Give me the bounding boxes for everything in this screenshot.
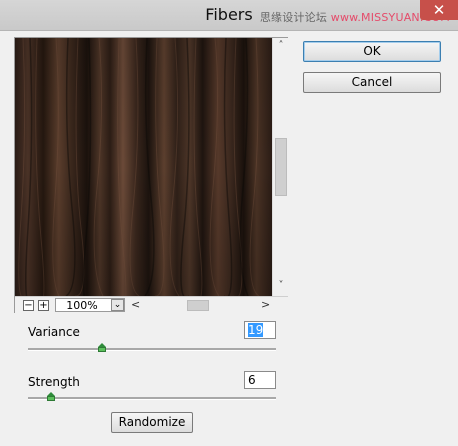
- ok-button[interactable]: OK: [303, 41, 441, 62]
- plus-icon: +: [39, 300, 48, 311]
- strength-input[interactable]: 6: [244, 371, 276, 389]
- strength-label: Strength: [28, 375, 80, 389]
- close-icon: ✕: [432, 1, 446, 19]
- close-button[interactable]: ✕: [420, 0, 458, 20]
- title-bar: Fibers 思缘设计论坛 www.MISSYUAN.COM ✕: [0, 0, 458, 31]
- zoom-level-value: 100%: [66, 299, 98, 312]
- zoom-in-button[interactable]: +: [38, 300, 49, 311]
- scroll-right-icon[interactable]: >: [261, 298, 270, 311]
- zoom-out-button[interactable]: −: [23, 300, 34, 311]
- watermark-cn: 思缘设计论坛: [259, 11, 328, 24]
- vertical-scroll-thumb[interactable]: [275, 138, 287, 196]
- fiber-preview-image[interactable]: [15, 38, 272, 296]
- variance-label: Variance: [28, 325, 80, 339]
- randomize-button[interactable]: Randomize: [111, 412, 193, 433]
- horizontal-scroll-thumb[interactable]: [187, 300, 209, 311]
- cancel-button[interactable]: Cancel: [303, 72, 441, 93]
- variance-value: 19: [248, 323, 264, 337]
- preview-toolbar: − + 100% ⌄ < >: [15, 296, 288, 314]
- fiber-texture: [15, 38, 272, 296]
- scroll-down-icon[interactable]: ˅: [273, 280, 289, 291]
- minus-icon: −: [24, 300, 33, 311]
- chevron-down-icon: ⌄: [113, 300, 122, 310]
- strength-value: 6: [248, 373, 256, 387]
- variance-input[interactable]: 19: [244, 321, 276, 339]
- variance-slider-thumb[interactable]: [98, 343, 106, 353]
- variance-slider-track[interactable]: [28, 343, 276, 353]
- strength-slider-thumb[interactable]: [47, 392, 55, 402]
- zoom-dropdown-button[interactable]: ⌄: [111, 299, 124, 311]
- scroll-left-icon[interactable]: <: [131, 298, 140, 311]
- preview-panel: ˄ ˅ − + 100% ⌄ < >: [14, 37, 289, 314]
- strength-slider-track[interactable]: [28, 392, 276, 402]
- scroll-up-icon[interactable]: ˄: [273, 40, 289, 51]
- preview-vertical-scrollbar[interactable]: ˄ ˅: [272, 38, 289, 296]
